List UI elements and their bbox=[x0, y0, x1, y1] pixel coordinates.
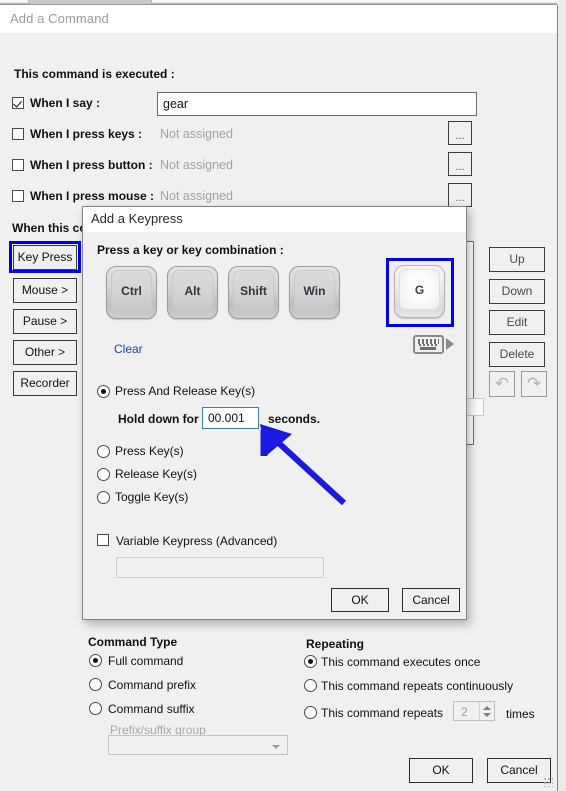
label-when-i-press-button: When I press button : bbox=[30, 158, 153, 172]
radio-command-prefix[interactable] bbox=[89, 678, 102, 691]
browse-button-button[interactable]: ... bbox=[448, 152, 472, 176]
key-alt[interactable]: Alt bbox=[167, 266, 218, 319]
radio-command-suffix[interactable] bbox=[89, 702, 102, 715]
redo-arrow-icon[interactable]: ↷ bbox=[521, 371, 547, 397]
radio-press-and-release[interactable] bbox=[97, 385, 110, 398]
label-when-i-say: When I say : bbox=[30, 96, 101, 110]
action-button-other[interactable]: Other > bbox=[13, 340, 77, 365]
radio-release-keys[interactable] bbox=[97, 468, 110, 481]
keys-value: Not assigned bbox=[160, 127, 233, 141]
add-a-keypress-dialog: Add a Keypress Press a key or key combin… bbox=[82, 206, 467, 620]
label-when-i-press-keys: When I press keys : bbox=[30, 127, 143, 141]
label-executes-once: This command executes once bbox=[321, 655, 481, 669]
key-g[interactable]: G bbox=[394, 265, 445, 318]
variable-keypress-input[interactable] bbox=[116, 557, 324, 578]
label-repeats-continuously: This command repeats continuously bbox=[321, 679, 514, 693]
checkbox-variable-keypress[interactable] bbox=[97, 534, 109, 546]
browse-mouse-button[interactable]: ... bbox=[448, 183, 472, 207]
action-button-pause[interactable]: Pause > bbox=[13, 309, 77, 334]
label-press-and-release: Press And Release Key(s) bbox=[115, 384, 256, 398]
prefix-suffix-group-combo[interactable] bbox=[108, 735, 288, 755]
undo-arrow-icon[interactable]: ↶ bbox=[489, 371, 515, 397]
radio-executes-once[interactable] bbox=[304, 655, 317, 668]
checkbox-when-i-press-button[interactable] bbox=[12, 159, 24, 171]
executed-section-label: This command is executed : bbox=[14, 67, 175, 81]
keyboard-icon[interactable] bbox=[413, 335, 444, 354]
command-type-title: Command Type bbox=[88, 635, 178, 649]
key-g-label: G bbox=[414, 283, 425, 297]
clear-keys-link[interactable]: Clear bbox=[114, 342, 143, 356]
seconds-label: seconds. bbox=[268, 412, 321, 426]
main-cancel-button[interactable]: Cancel bbox=[487, 758, 551, 783]
main-ok-button[interactable]: OK bbox=[409, 758, 473, 783]
key-alt-label: Alt bbox=[184, 284, 201, 298]
repeat-count-value: 2 bbox=[461, 705, 468, 719]
keypress-prompt: Press a key or key combination : bbox=[97, 243, 284, 257]
keypress-cancel-button[interactable]: Cancel bbox=[402, 588, 460, 612]
times-label: times bbox=[506, 707, 535, 721]
list-button-down[interactable]: Down bbox=[489, 279, 545, 304]
list-scroll-thumb[interactable] bbox=[466, 398, 484, 416]
action-button-mouse[interactable]: Mouse > bbox=[13, 278, 77, 303]
key-win-label: Win bbox=[303, 284, 326, 298]
label-repeats-n-times: This command repeats bbox=[321, 706, 444, 720]
chevron-down-icon bbox=[272, 745, 280, 749]
screen-root: Add a Command This command is executed :… bbox=[0, 0, 566, 791]
keyboard-expand-caret-icon[interactable] bbox=[446, 338, 454, 350]
label-toggle-keys: Toggle Key(s) bbox=[115, 490, 189, 504]
resize-grip[interactable] bbox=[543, 777, 553, 787]
background-window-tab bbox=[28, 0, 152, 4]
checkbox-when-i-press-mouse[interactable] bbox=[12, 190, 24, 202]
action-button-key-press[interactable]: Key Press bbox=[13, 245, 77, 270]
list-button-edit[interactable]: Edit bbox=[489, 310, 545, 335]
key-win[interactable]: Win bbox=[289, 266, 340, 319]
label-command-suffix: Command suffix bbox=[108, 702, 195, 716]
radio-full-command[interactable] bbox=[89, 654, 102, 667]
button-value: Not assigned bbox=[160, 158, 233, 172]
radio-toggle-keys[interactable] bbox=[97, 491, 110, 504]
stepper-down-icon[interactable] bbox=[483, 713, 491, 717]
key-ctrl-label: Ctrl bbox=[121, 284, 142, 298]
label-release-keys: Release Key(s) bbox=[115, 467, 198, 481]
repeat-count-stepper[interactable]: 2 bbox=[453, 701, 495, 721]
radio-repeats-n-times[interactable] bbox=[304, 706, 317, 719]
repeating-title: Repeating bbox=[306, 637, 365, 651]
stepper-buttons[interactable] bbox=[479, 702, 494, 720]
label-full-command: Full command bbox=[108, 654, 184, 668]
when-this-command-label: When this co bbox=[12, 221, 87, 235]
hold-down-label: Hold down for bbox=[118, 412, 199, 426]
action-button-recorder[interactable]: Recorder bbox=[13, 371, 77, 396]
checkbox-when-i-say[interactable] bbox=[12, 97, 24, 109]
key-shift[interactable]: Shift bbox=[228, 266, 279, 319]
mouse-value: Not assigned bbox=[160, 189, 233, 203]
radio-press-keys[interactable] bbox=[97, 445, 110, 458]
checkbox-when-i-press-keys[interactable] bbox=[12, 128, 24, 140]
key-ctrl[interactable]: Ctrl bbox=[106, 266, 157, 319]
label-variable-keypress: Variable Keypress (Advanced) bbox=[116, 534, 278, 548]
key-shift-label: Shift bbox=[240, 284, 267, 298]
say-phrase-input[interactable] bbox=[157, 92, 477, 116]
main-window-title: Add a Command bbox=[10, 11, 109, 26]
desktop-right-strip bbox=[557, 0, 566, 791]
label-when-i-press-mouse: When I press mouse : bbox=[30, 189, 155, 203]
radio-repeats-continuously[interactable] bbox=[304, 679, 317, 692]
browse-keys-button[interactable]: ... bbox=[448, 121, 472, 145]
list-button-up[interactable]: Up bbox=[489, 247, 545, 272]
list-button-delete[interactable]: Delete bbox=[489, 342, 545, 367]
label-press-keys: Press Key(s) bbox=[115, 444, 184, 458]
label-command-prefix: Command prefix bbox=[108, 678, 197, 692]
keypress-dialog-title: Add a Keypress bbox=[91, 211, 183, 226]
stepper-up-icon[interactable] bbox=[483, 706, 491, 710]
hold-down-seconds-input[interactable] bbox=[202, 407, 259, 429]
keypress-ok-button[interactable]: OK bbox=[331, 588, 389, 612]
